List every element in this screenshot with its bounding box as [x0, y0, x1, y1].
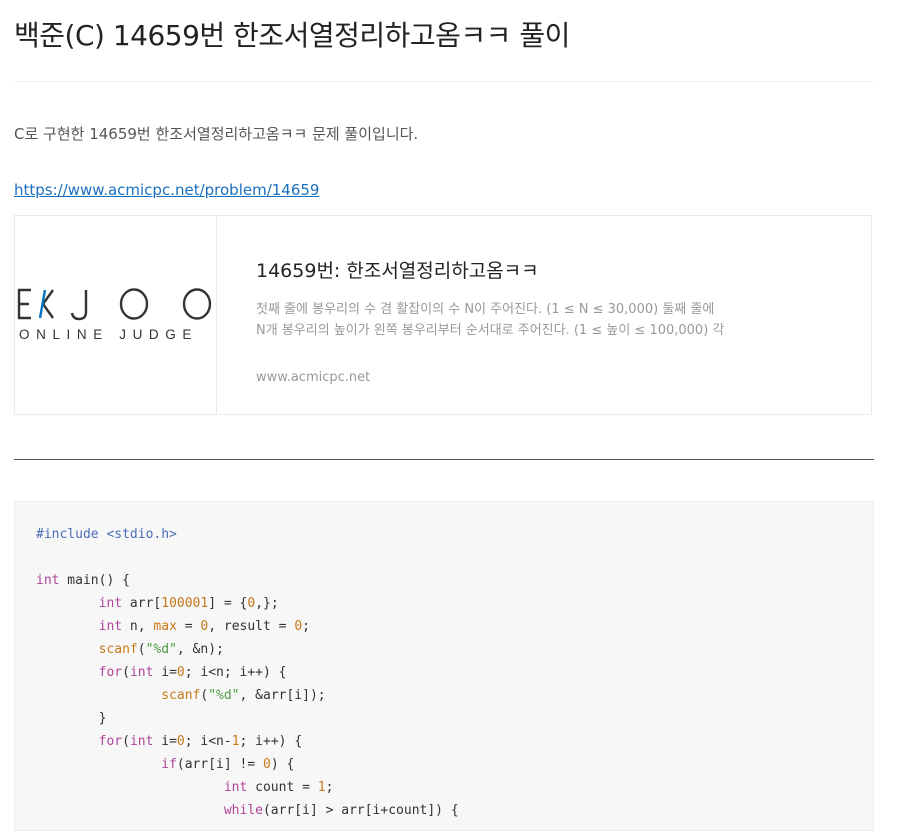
code-line: int main() {	[36, 573, 130, 588]
code-line: #include <stdio.h>	[36, 527, 177, 542]
card-thumbnail: ONLINE JUDGE	[15, 216, 217, 414]
code-line: int count = 1;	[223, 780, 334, 795]
intro-text: C로 구현한 14659번 한조서열정리하고옴ㅋㅋ 문제 풀이입니다.	[14, 125, 419, 143]
code-line: while(arr[i] > arr[i+count]) {	[223, 803, 459, 818]
logo-subtext: ONLINE JUDGE	[19, 327, 198, 342]
horizontal-rule	[14, 459, 874, 460]
code-line: int arr[100001] = {0,};	[98, 596, 279, 611]
code-content: #include <stdio.h> int main() { int arr[…	[36, 523, 459, 822]
card-title: 14659번: 한조서열정리하고옴ㅋㅋ	[256, 260, 539, 282]
baekjoon-logo: ONLINE JUDGE	[17, 288, 212, 342]
link-preview-card[interactable]: ONLINE JUDGE 14659번: 한조서열정리하고옴ㅋㅋ 첫째 줄에 봉…	[14, 215, 872, 415]
code-line: int n, max = 0, result = 0;	[98, 619, 310, 634]
code-line: for(int i=0; i<n-1; i++) {	[98, 734, 303, 749]
post-title: 백준(C) 14659번 한조서열정리하고옴ㅋㅋ 풀이	[14, 19, 570, 52]
card-description: 첫째 줄에 봉우리의 수 겸 활잡이의 수 N이 주어진다. (1 ≤ N ≤ …	[256, 302, 725, 338]
code-line: scanf("%d", &arr[i]);	[161, 688, 326, 703]
code-line: if(arr[i] != 0) {	[161, 757, 295, 772]
code-line: for(int i=0; i<n; i++) {	[98, 665, 287, 680]
code-line: }	[36, 711, 107, 726]
code-block: #include <stdio.h> int main() { int arr[…	[14, 501, 874, 831]
problem-link[interactable]: https://www.acmicpc.net/problem/14659	[14, 181, 319, 199]
card-site: www.acmicpc.net	[256, 370, 371, 385]
code-line: scanf("%d", &n);	[98, 642, 224, 657]
title-divider	[14, 81, 874, 82]
